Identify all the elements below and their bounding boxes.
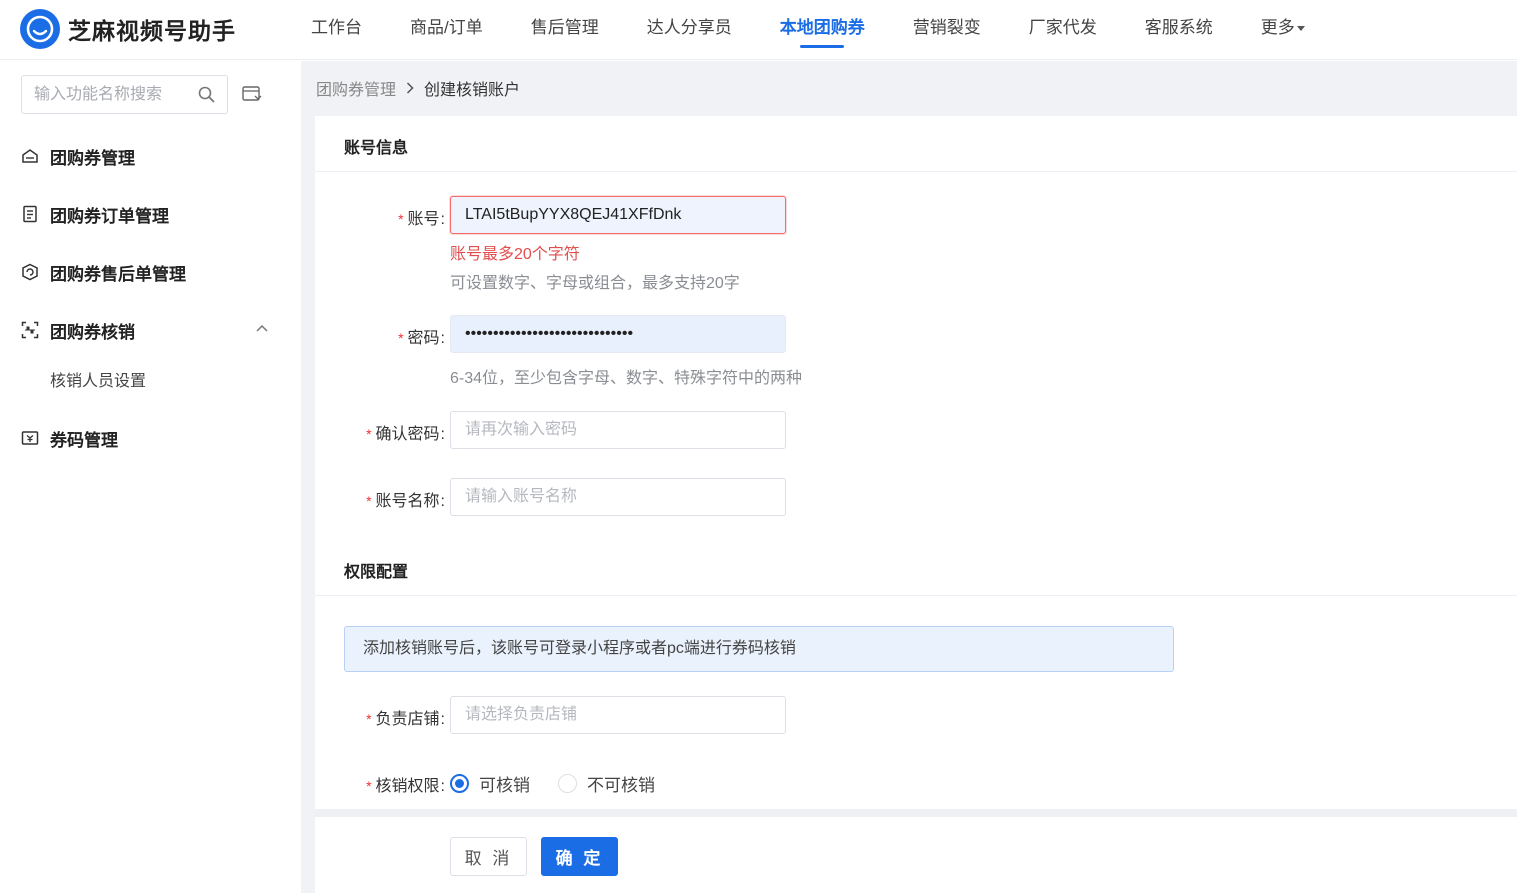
sidebar-item-coupon-management[interactable]: 团购券管理 xyxy=(0,127,300,185)
breadcrumb: 团购券管理 创建核销账户 xyxy=(316,76,520,100)
account-name-input[interactable] xyxy=(450,478,786,516)
sidebar-search xyxy=(21,75,228,114)
sidebar: 团购券管理 团购券订单管理 团购券售后单管理 团购券核销 核销人员设置 券码管理 xyxy=(0,61,300,893)
nav-item-more[interactable]: 更多 xyxy=(1237,0,1329,56)
password-input[interactable] xyxy=(450,315,786,353)
required-mark: * xyxy=(366,778,372,794)
top-header: 芝麻视频号助手 工作台 商品/订单 售后管理 达人分享员 本地团购券 营销裂变 … xyxy=(0,0,1517,60)
section-title: 账号信息 xyxy=(344,140,409,157)
password-label: * 密码: xyxy=(398,330,445,347)
account-input[interactable] xyxy=(450,196,786,234)
sidebar-item-label: 团购券订单管理 xyxy=(50,206,169,226)
app-logo[interactable]: 芝麻视频号助手 xyxy=(20,9,236,49)
required-mark: * xyxy=(398,211,404,227)
breadcrumb-current: 创建核销账户 xyxy=(424,82,521,99)
app-title: 芝麻视频号助手 xyxy=(68,18,236,44)
verify-permission-label: * 核销权限: xyxy=(366,778,445,795)
account-error-text: 账号最多20个字符 xyxy=(450,246,580,263)
nav-item-dropship[interactable]: 厂家代发 xyxy=(1005,0,1121,56)
radio-label: 可核销 xyxy=(479,776,530,795)
logo-icon xyxy=(20,9,60,49)
chevron-up-icon[interactable] xyxy=(256,324,268,332)
breadcrumb-parent-link[interactable]: 团购券管理 xyxy=(316,76,396,100)
sidebar-toggle-icon[interactable] xyxy=(242,85,262,108)
nav-item-customer-service[interactable]: 客服系统 xyxy=(1121,0,1237,56)
confirm-password-input[interactable] xyxy=(450,411,786,449)
sidebar-item-coupon-orders[interactable]: 团购券订单管理 xyxy=(0,185,300,243)
nav-more-label: 更多 xyxy=(1260,18,1295,37)
sidebar-menu: 团购券管理 团购券订单管理 团购券售后单管理 团购券核销 核销人员设置 券码管理 xyxy=(0,127,300,467)
sidebar-subitem-verifier-settings[interactable]: 核销人员设置 xyxy=(0,359,300,409)
nav-item-workbench[interactable]: 工作台 xyxy=(287,0,386,56)
sidebar-item-label: 券码管理 xyxy=(50,430,118,450)
chevron-right-icon xyxy=(406,82,414,94)
caret-down-icon xyxy=(1296,26,1305,32)
radio-unchecked-icon xyxy=(558,774,577,793)
coupon-icon xyxy=(22,149,38,163)
radio-cannot-verify[interactable]: 不可核销 xyxy=(558,771,655,796)
required-mark: * xyxy=(366,493,372,509)
aftersale-icon xyxy=(22,263,38,281)
account-hint: 可设置数字、字母或组合，最多支持20字 xyxy=(450,275,740,292)
search-icon[interactable] xyxy=(198,86,215,108)
confirm-button[interactable]: 确 定 xyxy=(541,837,618,876)
required-mark: * xyxy=(366,711,372,727)
store-select[interactable] xyxy=(450,696,786,734)
search-input[interactable] xyxy=(34,84,194,106)
top-nav: 工作台 商品/订单 售后管理 达人分享员 本地团购券 营销裂变 厂家代发 客服系… xyxy=(287,0,1329,60)
cancel-button[interactable]: 取 消 xyxy=(450,837,527,876)
order-list-icon xyxy=(23,205,37,223)
radio-checked-icon xyxy=(450,774,469,793)
sidebar-item-label: 团购券管理 xyxy=(50,148,135,168)
store-label: * 负责店铺: xyxy=(366,711,445,728)
nav-item-products-orders[interactable]: 商品/订单 xyxy=(386,0,507,56)
permission-section-header: 权限配置 xyxy=(315,540,1517,596)
form-footer: 取 消 确 定 xyxy=(315,809,1517,893)
info-notice: 添加核销账号后，该账号可登录小程序或者pc端进行券码核销 xyxy=(344,626,1174,672)
scan-icon xyxy=(21,321,39,339)
sidebar-item-coupon-verification[interactable]: 团购券核销 xyxy=(0,301,300,359)
radio-label: 不可核销 xyxy=(587,776,655,795)
verify-permission-radio-group: 可核销 不可核销 xyxy=(450,771,683,796)
nav-item-aftersale[interactable]: 售后管理 xyxy=(507,0,623,56)
required-mark: * xyxy=(398,330,404,346)
nav-item-local-coupons[interactable]: 本地团购券 xyxy=(756,0,889,56)
required-mark: * xyxy=(366,426,372,442)
sidebar-item-label: 团购券核销 xyxy=(50,322,135,342)
account-info-section-header: 账号信息 xyxy=(315,116,1517,172)
sidebar-item-coupon-aftersale[interactable]: 团购券售后单管理 xyxy=(0,243,300,301)
sidebar-item-label: 团购券售后单管理 xyxy=(50,264,186,284)
section-title: 权限配置 xyxy=(344,564,409,581)
account-label: * 账号: xyxy=(398,211,445,228)
nav-item-marketing[interactable]: 营销裂变 xyxy=(889,0,1005,56)
nav-item-sharers[interactable]: 达人分享员 xyxy=(623,0,756,56)
main-content: 团购券管理 创建核销账户 账号信息 *账号: 账号最多20个字符 可设置数字、字… xyxy=(301,61,1517,893)
create-account-form: 账号信息 *账号: 账号最多20个字符 可设置数字、字母或组合，最多支持20字 … xyxy=(315,116,1517,893)
sidebar-item-code-management[interactable]: 券码管理 xyxy=(0,409,300,467)
account-name-label: * 账号名称: xyxy=(366,493,445,510)
ticket-icon xyxy=(21,431,39,445)
confirm-password-label: * 确认密码: xyxy=(366,426,445,443)
radio-can-verify[interactable]: 可核销 xyxy=(450,771,530,796)
password-hint: 6-34位，至少包含字母、数字、特殊字符中的两种 xyxy=(450,370,803,387)
